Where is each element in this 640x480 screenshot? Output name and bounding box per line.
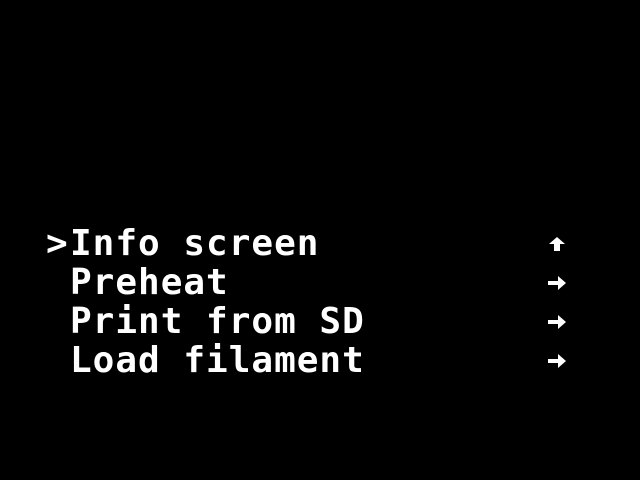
menu-item-preheat[interactable]: Preheat [46, 263, 586, 302]
arrow-right-icon [542, 302, 572, 341]
menu-item-info-screen[interactable]: > Info screen [46, 224, 586, 263]
menu-item-label: Preheat [70, 262, 229, 303]
menu-item-load-filament[interactable]: Load filament [46, 341, 586, 380]
menu-item-label: Info screen [70, 223, 320, 264]
main-menu: > Info screen Preheat Print from SD Load… [46, 224, 586, 380]
arrow-right-icon [542, 263, 572, 302]
lcd-screen: > Info screen Preheat Print from SD Load… [0, 0, 640, 480]
arrow-up-icon [542, 224, 572, 263]
menu-item-print-from-sd[interactable]: Print from SD [46, 302, 586, 341]
menu-item-label: Load filament [70, 340, 365, 381]
selection-cursor: > [46, 223, 69, 264]
menu-item-label: Print from SD [70, 301, 365, 342]
arrow-right-icon [542, 341, 572, 380]
